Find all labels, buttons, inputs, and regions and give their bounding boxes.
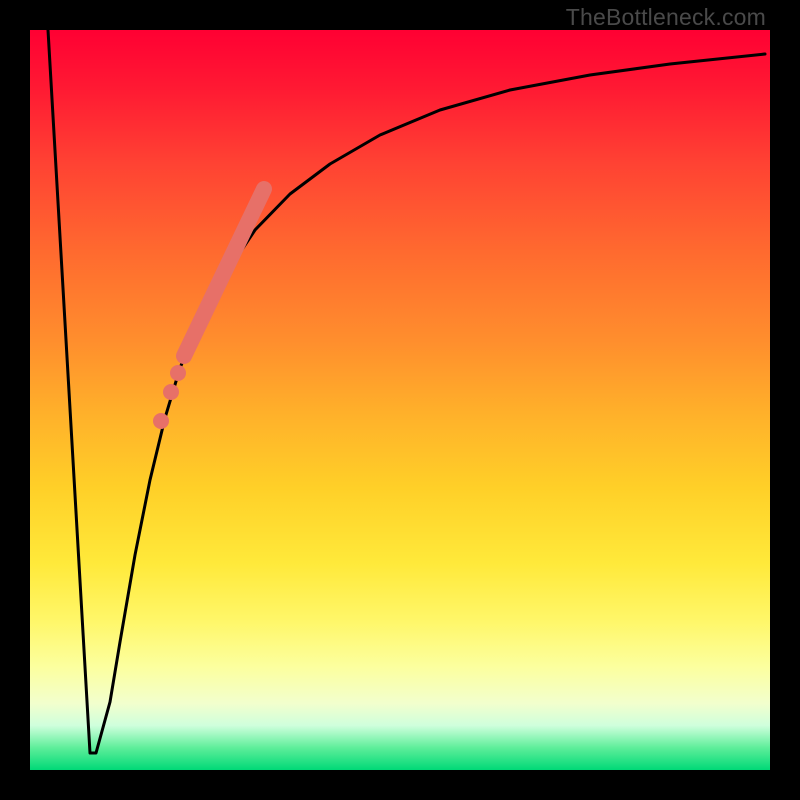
chart-frame: TheBottleneck.com (0, 0, 800, 800)
chart-svg (30, 30, 770, 770)
salmon-dot-1 (170, 365, 186, 381)
salmon-dot-2 (163, 384, 179, 400)
bottleneck-curve (48, 30, 765, 753)
salmon-band (184, 189, 264, 356)
plot-area (30, 30, 770, 770)
watermark-text: TheBottleneck.com (566, 4, 766, 31)
salmon-dot-3 (153, 413, 169, 429)
